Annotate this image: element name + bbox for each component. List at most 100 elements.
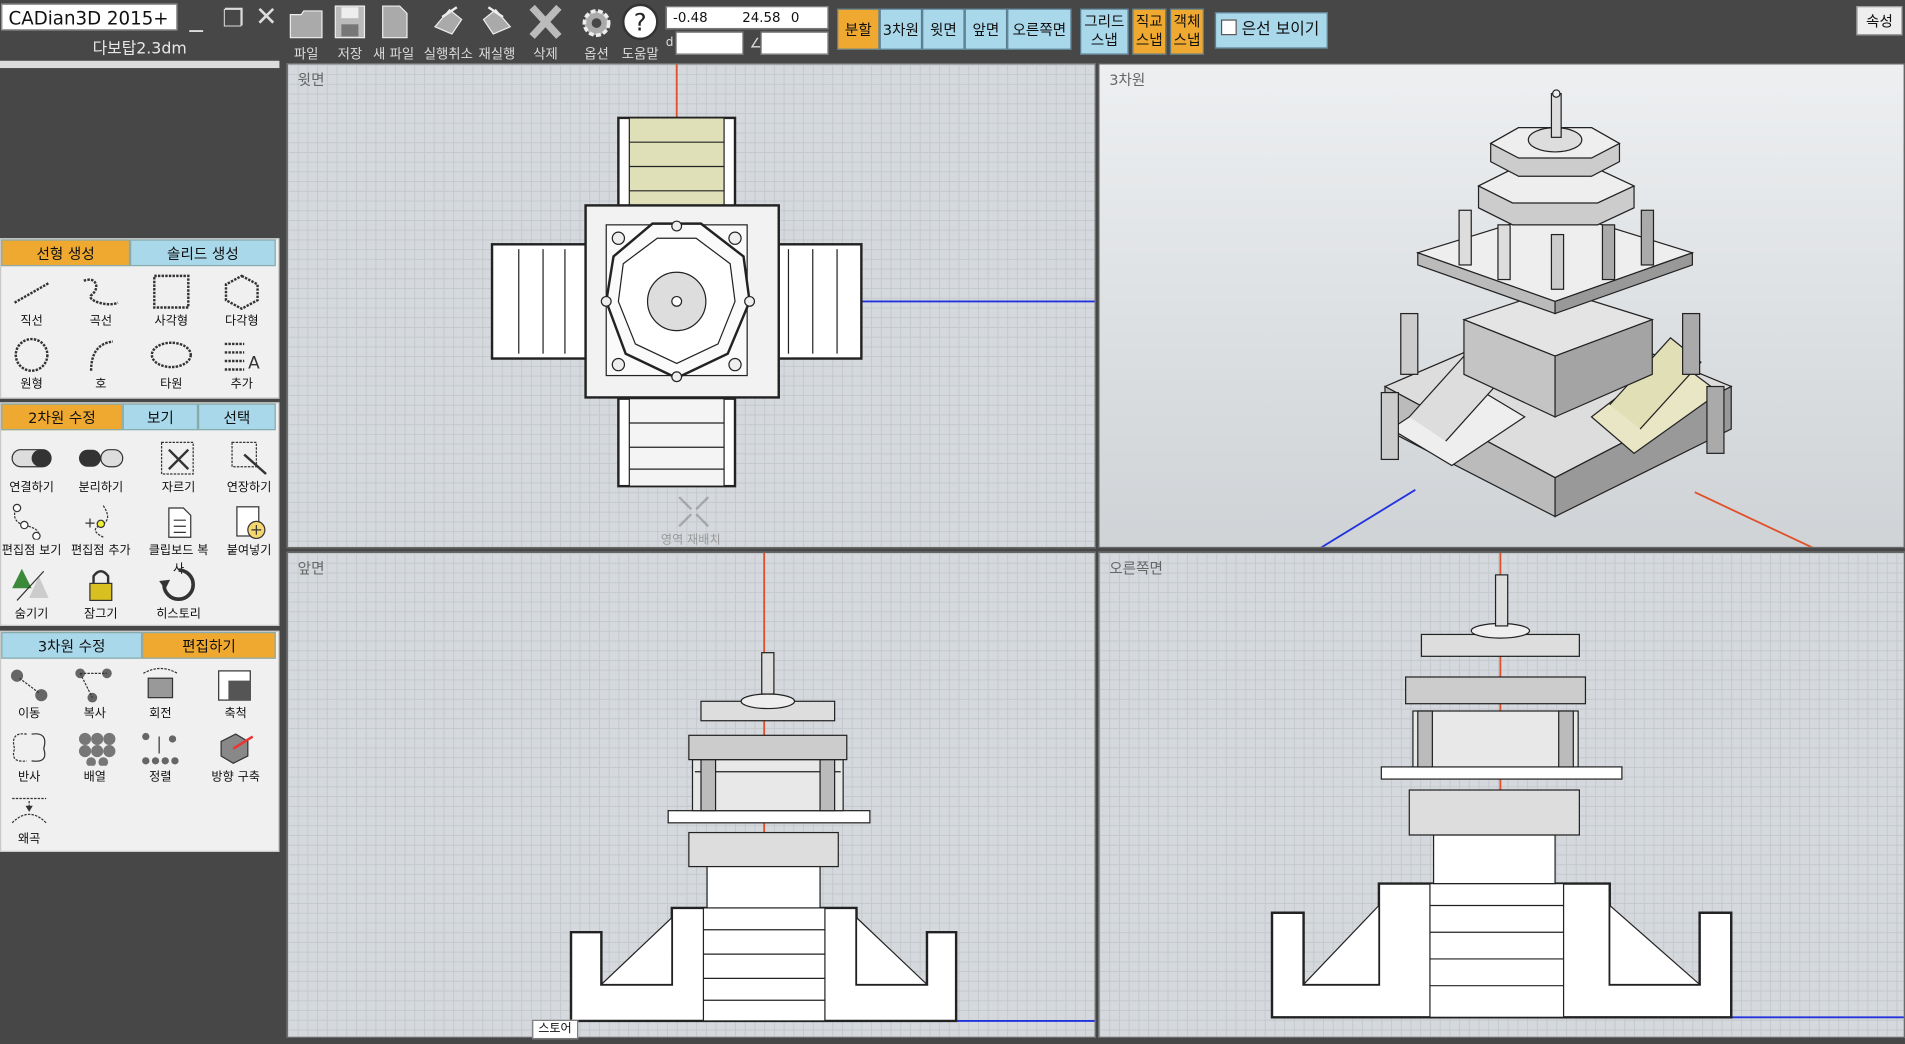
tool-paste[interactable]: 붙여넣기: [215, 503, 283, 558]
tool-extend[interactable]: 연장하기: [215, 440, 283, 495]
tool-show-points[interactable]: 편집점 보기: [0, 503, 66, 558]
add-point-icon: +: [84, 505, 109, 538]
tool-curve-label: 곡선: [89, 314, 113, 329]
tool-line[interactable]: 직선: [0, 273, 66, 328]
tool-arc[interactable]: 호: [67, 337, 135, 391]
app-title: CADian3D 2015+: [1, 3, 178, 31]
tool-distort[interactable]: 왜곡: [0, 791, 63, 846]
tool-trim-label: 자르기: [161, 481, 196, 495]
tool-circle[interactable]: 원형: [0, 337, 66, 391]
new-file-button[interactable]: 새 파일: [372, 2, 416, 63]
tab-3d-edit[interactable]: 3차원 수정: [1, 632, 143, 659]
new-file-label: 새 파일: [373, 46, 415, 62]
object-snap-line2: 스냅: [1173, 31, 1201, 49]
undo-label: 실행취소: [423, 46, 473, 62]
tool-rectangle[interactable]: 사각형: [137, 273, 205, 328]
save-icon: [334, 5, 366, 39]
tool-rotate[interactable]: 회전: [126, 666, 194, 721]
file-name: 다보탑2.3dm: [92, 40, 187, 59]
tool-align[interactable]: 정렬: [126, 729, 194, 784]
tool-mirror[interactable]: 반사: [0, 729, 63, 784]
tool-copy-label: 복사: [83, 707, 106, 721]
grid-snap-line1: 그리드: [1084, 13, 1125, 31]
hidden-lines-toggle[interactable]: 은선 보이기: [1214, 12, 1328, 49]
tool-curve[interactable]: 곡선: [67, 273, 135, 328]
delete-x-icon: [529, 4, 562, 39]
file-button[interactable]: 파일: [287, 2, 326, 63]
tool-move[interactable]: 이동: [0, 666, 63, 721]
viewport-3d[interactable]: 3차원: [1098, 63, 1905, 549]
edit-3d-panel: 3차원 수정 편집하기 이동 복사 회전 축척 반사 배열 정렬 방향 구축 왜…: [0, 630, 280, 852]
orient-icon: [220, 733, 254, 764]
grid-snap-button[interactable]: 그리드 스냅: [1080, 8, 1129, 55]
help-button[interactable]: ? 도움말: [620, 2, 661, 63]
restore-button[interactable]: ❐: [222, 2, 244, 34]
join-icon: [11, 449, 52, 468]
rearrange-label[interactable]: 영역 재배치: [661, 529, 721, 547]
tab-view[interactable]: 보기: [122, 403, 199, 431]
tool-clipboard-copy[interactable]: 클립보드 복사: [145, 503, 213, 576]
tool-array[interactable]: 배열: [61, 729, 129, 784]
coord-z: 0: [790, 9, 800, 26]
viewport-top[interactable]: 윗면 영역 재배치: [286, 63, 1096, 549]
minimize-button[interactable]: _: [190, 2, 203, 34]
options-button[interactable]: 옵션: [576, 2, 617, 63]
tool-trim[interactable]: 자르기: [145, 440, 213, 495]
close-button[interactable]: ✕: [255, 2, 277, 34]
view-top-button[interactable]: 윗면: [922, 8, 965, 50]
new-file-icon: [382, 5, 408, 39]
tab-solid-create[interactable]: 솔리드 생성: [129, 239, 276, 267]
delete-button[interactable]: 삭제: [525, 2, 566, 63]
edit-2d-panel: 2차원 수정 보기 선택 연결하기 분리하기 자르기 연장하기 편집점 보기 +…: [0, 402, 280, 626]
tooltip: 스토어: [532, 1019, 578, 1040]
viewport-right[interactable]: 오른쪽면: [1098, 551, 1905, 1038]
view-front-button[interactable]: 앞면: [964, 8, 1008, 50]
tool-history[interactable]: 히스토리: [145, 566, 213, 621]
hidden-lines-checkbox[interactable]: [1220, 19, 1237, 36]
viewport-front[interactable]: 앞면: [286, 551, 1096, 1038]
distance-input[interactable]: [675, 31, 744, 55]
svg-text:?: ?: [634, 7, 647, 36]
tool-join[interactable]: 연결하기: [0, 440, 66, 495]
view-3d-button[interactable]: 3차원: [879, 8, 923, 50]
curve-icon: [83, 278, 119, 306]
circle-icon: [14, 337, 49, 372]
redo-label: 재실행: [478, 46, 516, 62]
copy-icon: [75, 668, 112, 703]
hidden-lines-label: 은선 보이기: [1241, 20, 1320, 39]
tab-editing[interactable]: 편집하기: [142, 632, 276, 659]
distort-icon: [11, 797, 47, 824]
tool-align-label: 정렬: [149, 770, 172, 784]
tool-copy[interactable]: 복사: [61, 666, 129, 721]
view-right-button[interactable]: 오른쪽면: [1007, 8, 1072, 50]
redo-button[interactable]: 재실행: [476, 2, 517, 63]
tab-linear-create[interactable]: 선형 생성: [1, 239, 130, 267]
svg-text:+: +: [84, 514, 96, 531]
properties-button[interactable]: 속성: [1856, 6, 1903, 36]
tool-hide[interactable]: 숨기기: [0, 566, 66, 621]
grid-snap-line2: 스냅: [1090, 31, 1118, 49]
file-label: 파일: [293, 46, 319, 62]
tool-polygon[interactable]: 다각형: [208, 273, 276, 328]
tool-add[interactable]: A 추가: [208, 337, 276, 391]
angle-input[interactable]: [760, 31, 829, 55]
ortho-snap-button[interactable]: 직교 스냅: [1132, 8, 1167, 55]
tool-ellipse[interactable]: 타원: [137, 337, 205, 391]
rearrange-icon: [678, 496, 710, 528]
tool-add-point[interactable]: + 편집점 추가: [67, 503, 135, 558]
tool-scale-label: 축척: [224, 707, 247, 721]
save-button[interactable]: 저장: [330, 2, 369, 63]
ortho-snap-line1: 직교: [1135, 13, 1163, 31]
undo-button[interactable]: 실행취소: [423, 2, 474, 63]
redo-icon: [482, 6, 512, 35]
tool-orient[interactable]: 방향 구축: [202, 729, 270, 784]
polygon-icon: [224, 274, 259, 310]
object-snap-button[interactable]: 객체 스냅: [1169, 8, 1204, 55]
tool-lock[interactable]: 잠그기: [67, 566, 135, 621]
help-icon: ?: [622, 3, 659, 41]
split-view-button[interactable]: 분할: [837, 8, 880, 50]
tab-2d-edit[interactable]: 2차원 수정: [1, 403, 123, 431]
tool-split[interactable]: 분리하기: [67, 440, 135, 495]
tool-scale[interactable]: 축척: [202, 666, 270, 721]
tab-select[interactable]: 선택: [198, 403, 276, 431]
